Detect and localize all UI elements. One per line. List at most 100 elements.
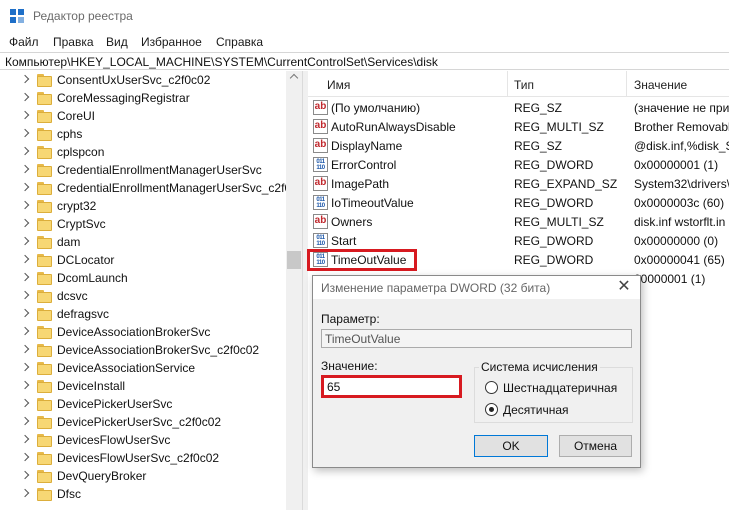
chevron-right-icon[interactable] xyxy=(20,74,30,84)
tree-scrollbar[interactable] xyxy=(286,71,302,510)
tree-item[interactable]: CredentialEnrollmentManagerUserSvc_c2f0 xyxy=(0,180,291,198)
tree-item[interactable]: DeviceAssociationService xyxy=(0,360,286,378)
column-header-type[interactable]: Тип xyxy=(514,78,534,92)
radio-label[interactable]: Шестнадцатеричная xyxy=(503,381,617,395)
chevron-right-icon[interactable] xyxy=(20,380,30,390)
chevron-right-icon[interactable] xyxy=(20,470,30,480)
chevron-right-icon[interactable] xyxy=(20,182,30,192)
menu-help[interactable]: Справка xyxy=(216,35,263,49)
tree-item[interactable]: dam xyxy=(0,234,286,252)
tree-item[interactable]: DCLocator xyxy=(0,252,286,270)
tree-item[interactable]: DcomLaunch xyxy=(0,270,286,288)
tree-item[interactable]: Dfsc xyxy=(0,486,286,504)
window-title: Редактор реестра xyxy=(33,9,133,23)
tree-scrollbar-thumb[interactable] xyxy=(287,251,301,269)
string-value-icon: ab xyxy=(313,100,328,115)
value-data-input[interactable] xyxy=(321,375,462,398)
column-separator[interactable] xyxy=(626,71,627,97)
radio-label[interactable]: Десятичная xyxy=(503,403,569,417)
tree-item[interactable]: defragsvc xyxy=(0,306,286,324)
folder-icon xyxy=(37,164,52,177)
chevron-right-icon[interactable] xyxy=(20,236,30,246)
menu-edit[interactable]: Правка xyxy=(53,35,94,49)
menu-view[interactable]: Вид xyxy=(106,35,128,49)
chevron-right-icon[interactable] xyxy=(20,290,30,300)
tree-item[interactable]: DeviceAssociationBrokerSvc xyxy=(0,324,286,342)
chevron-right-icon[interactable] xyxy=(20,110,30,120)
string-value-icon: ab xyxy=(313,176,328,191)
tree-item[interactable]: dcsvc xyxy=(0,288,286,306)
column-separator[interactable] xyxy=(507,71,508,97)
folder-icon xyxy=(37,236,52,249)
cancel-button[interactable]: Отмена xyxy=(559,435,632,457)
chevron-right-icon[interactable] xyxy=(20,92,30,102)
tree-item-label: dcsvc xyxy=(57,289,88,303)
value-name: AutoRunAlwaysDisable xyxy=(331,120,456,134)
tree-item-label: CryptSvc xyxy=(57,217,106,231)
tree-item[interactable]: CoreUI xyxy=(0,108,286,126)
address-path[interactable]: Компьютер\HKEY_LOCAL_MACHINE\SYSTEM\Curr… xyxy=(5,55,438,69)
value-row[interactable]: ab Owners REG_MULTI_SZ disk.inf wstorflt… xyxy=(308,212,729,231)
value-data: Brother Removabl xyxy=(634,120,729,134)
tree-item[interactable]: DevQueryBroker xyxy=(0,468,286,486)
radio-circle-icon[interactable] xyxy=(485,381,498,394)
tree-item[interactable]: cphs xyxy=(0,126,286,144)
value-row[interactable]: 011 110 IoTimeoutValue REG_DWORD 0x00000… xyxy=(308,193,729,212)
value-row[interactable]: ab DisplayName REG_SZ @disk.inf,%disk_S xyxy=(308,136,729,155)
folder-icon xyxy=(37,272,52,285)
value-data: disk.inf wstorflt.in xyxy=(634,215,726,229)
chevron-right-icon[interactable] xyxy=(20,128,30,138)
chevron-right-icon[interactable] xyxy=(20,344,30,354)
tree-item[interactable]: DevicesFlowUserSvc xyxy=(0,432,286,450)
chevron-right-icon[interactable] xyxy=(20,164,30,174)
radio-checked-icon[interactable] xyxy=(485,403,498,416)
binary-value-icon: 011 110 xyxy=(313,233,328,248)
tree-item[interactable]: DevicePickerUserSvc xyxy=(0,396,286,414)
chevron-right-icon[interactable] xyxy=(20,452,30,462)
tree-item-label: CredentialEnrollmentManagerUserSvc xyxy=(57,163,262,177)
chevron-right-icon[interactable] xyxy=(20,254,30,264)
tree-item[interactable]: CryptSvc xyxy=(0,216,286,234)
chevron-right-icon[interactable] xyxy=(20,200,30,210)
tree-item-label: DeviceAssociationService xyxy=(57,361,196,375)
tree-item[interactable]: DevicePickerUserSvc_c2f0c02 xyxy=(0,414,286,432)
ok-button[interactable]: OK xyxy=(474,435,548,457)
column-header-data[interactable]: Значение xyxy=(634,78,687,92)
menu-file[interactable]: Файл xyxy=(9,35,39,49)
radix-group: Система исчисления Шестнадцатеричная Дес… xyxy=(474,360,633,423)
chevron-right-icon[interactable] xyxy=(20,308,30,318)
tree-item[interactable]: DevicesFlowUserSvc_c2f0c02 xyxy=(0,450,286,468)
tree-item-label: ConsentUxUserSvc_c2f0c02 xyxy=(57,73,211,87)
value-row[interactable]: ab AutoRunAlwaysDisable REG_MULTI_SZ Bro… xyxy=(308,117,729,136)
address-bar[interactable]: Компьютер\HKEY_LOCAL_MACHINE\SYSTEM\Curr… xyxy=(0,52,729,70)
value-row[interactable]: ab ImagePath REG_EXPAND_SZ System32\driv… xyxy=(308,174,729,193)
chevron-right-icon[interactable] xyxy=(20,326,30,336)
chevron-right-icon[interactable] xyxy=(20,398,30,408)
tree-item[interactable]: ConsentUxUserSvc_c2f0c02 xyxy=(0,72,286,90)
edit-dword-dialog: Изменение параметра DWORD (32 бита) ✕ Па… xyxy=(312,275,641,468)
chevron-right-icon[interactable] xyxy=(20,434,30,444)
folder-icon xyxy=(37,452,52,465)
value-row[interactable]: 011 110 Start REG_DWORD 0x00000000 (0) xyxy=(308,231,729,250)
close-icon[interactable]: ✕ xyxy=(614,278,634,298)
dialog-title-bar[interactable]: Изменение параметра DWORD (32 бита) ✕ xyxy=(313,276,640,299)
value-row[interactable]: ab (По умолчанию) REG_SZ (значение не пр… xyxy=(308,98,729,117)
column-header-name[interactable]: Имя xyxy=(327,78,350,92)
tree-item[interactable]: DeviceAssociationBrokerSvc_c2f0c02 xyxy=(0,342,286,360)
chevron-right-icon[interactable] xyxy=(20,416,30,426)
value-row[interactable]: 011 110 ErrorControl REG_DWORD 0x0000000… xyxy=(308,155,729,174)
chevron-right-icon[interactable] xyxy=(20,146,30,156)
chevron-right-icon[interactable] xyxy=(20,218,30,228)
tree-item[interactable]: CredentialEnrollmentManagerUserSvc xyxy=(0,162,286,180)
folder-icon xyxy=(37,326,52,339)
scroll-up-icon[interactable] xyxy=(289,73,299,83)
value-data: 0x00000041 (65) xyxy=(634,253,725,267)
tree-item[interactable]: crypt32 xyxy=(0,198,286,216)
chevron-right-icon[interactable] xyxy=(20,362,30,372)
tree-item[interactable]: CoreMessagingRegistrar xyxy=(0,90,286,108)
chevron-right-icon[interactable] xyxy=(20,272,30,282)
chevron-right-icon[interactable] xyxy=(20,488,30,498)
tree-item[interactable]: cplspcon xyxy=(0,144,286,162)
tree-item[interactable]: DeviceInstall xyxy=(0,378,286,396)
menu-favorites[interactable]: Избранное xyxy=(141,35,202,49)
